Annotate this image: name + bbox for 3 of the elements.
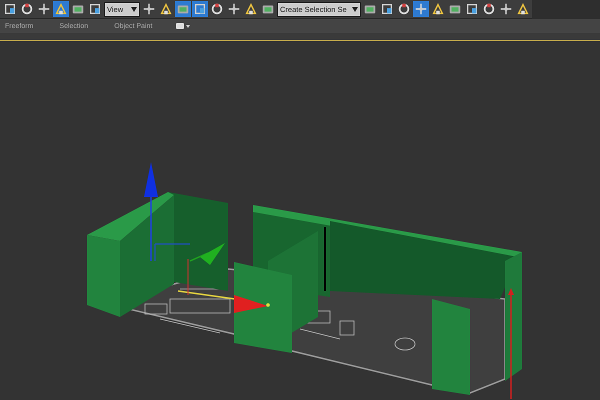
caret-icon	[131, 6, 137, 12]
ribbon-options-icon[interactable]	[176, 22, 190, 30]
caret-icon	[352, 6, 358, 12]
